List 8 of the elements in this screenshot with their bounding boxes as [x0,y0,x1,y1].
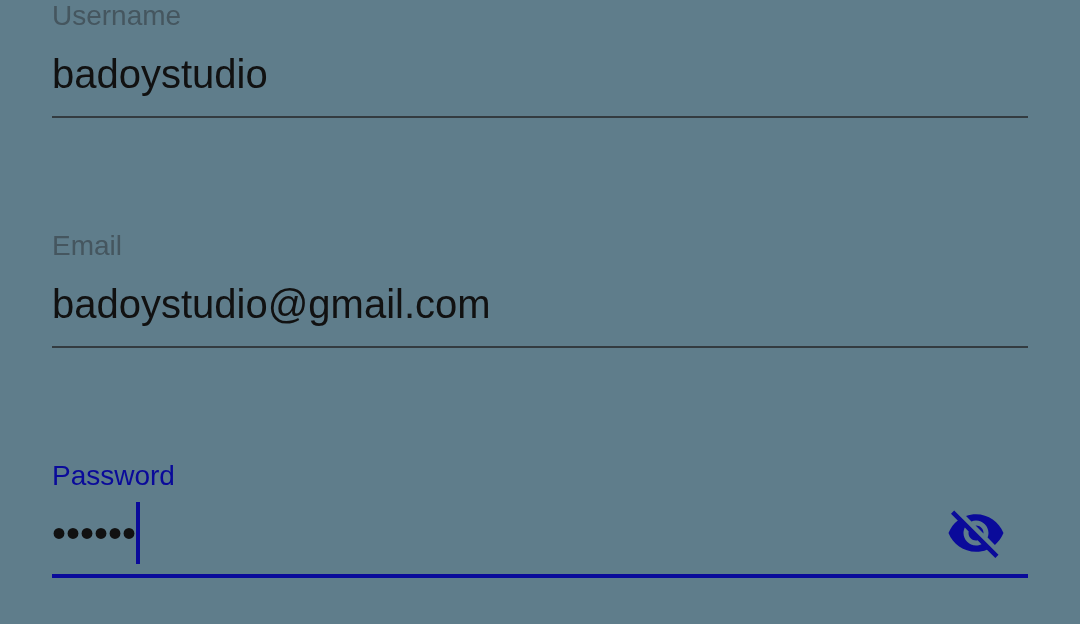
password-field[interactable]: •••••• [52,492,1028,578]
text-cursor [136,502,141,564]
input-field[interactable]: badoystudio@gmail.com [52,262,1028,348]
field-value: •••••• [52,510,137,556]
input-field[interactable]: badoystudio [52,32,1028,118]
field-value: badoystudio@gmail.com [52,281,491,327]
field-value: badoystudio [52,51,268,97]
field-label: Password [52,460,175,492]
